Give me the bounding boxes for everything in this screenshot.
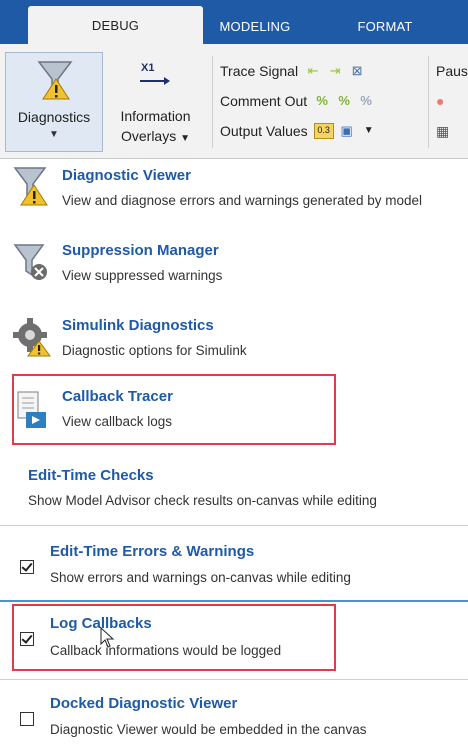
menu-item-title: Suppression Manager <box>62 242 219 259</box>
menu-item-edit-time-errors[interactable]: Edit-Time Errors & Warnings Show errors … <box>0 533 468 597</box>
arrow-right-icon <box>140 77 170 85</box>
diagnostics-dropdown-menu: Diagnostic Viewer View and diagnose erro… <box>0 159 468 748</box>
value-display-icon[interactable]: ▣ <box>338 124 356 138</box>
menu-item-simulink-diagnostics[interactable]: Simulink Diagnostics Diagnostic options … <box>0 309 468 379</box>
chevron-down-icon[interactable]: ▼ <box>360 124 378 138</box>
menu-item-title: Callback Tracer <box>62 388 173 405</box>
edit-time-errors-checkbox[interactable] <box>20 560 34 574</box>
menu-item-log-callbacks[interactable]: Log Callbacks Callback informations woul… <box>0 609 468 667</box>
menu-item-description: Show Model Advisor check results on-canv… <box>28 493 377 508</box>
value-label-icon[interactable]: 0.3 <box>313 123 334 139</box>
menu-item-docked-diagnostic-viewer[interactable]: Docked Diagnostic Viewer Diagnostic View… <box>0 685 468 747</box>
output-values-row[interactable]: Output Values 0.3 ▣ ▼ <box>220 116 430 146</box>
information-overlays-icon: X1 <box>141 62 155 74</box>
tab-debug[interactable]: DEBUG <box>28 6 203 44</box>
comment-out-label: Comment Out <box>220 93 308 109</box>
pause-group: Paus ● ▦ <box>436 56 468 146</box>
diagnostics-funnel-icon <box>37 61 73 100</box>
chevron-down-icon[interactable]: ▼ <box>180 133 190 144</box>
comment-out-icon[interactable]: % <box>313 94 331 108</box>
trace-destination-icon[interactable]: ⇥ <box>326 64 344 78</box>
menu-item-suppression-manager[interactable]: Suppression Manager View suppressed warn… <box>0 234 468 304</box>
menu-item-title: Simulink Diagnostics <box>62 317 214 334</box>
overlays-label: Overlays ▼ <box>108 128 203 144</box>
menu-item-title: Docked Diagnostic Viewer <box>50 695 238 712</box>
callback-tracer-icon <box>17 391 46 428</box>
menu-item-description: Diagnostic options for Simulink <box>62 343 247 358</box>
trace-signal-label: Trace Signal <box>220 63 299 79</box>
menu-separator <box>0 525 468 526</box>
menu-item-edit-time-checks[interactable]: Edit-Time Checks Show Model Advisor chec… <box>0 457 468 517</box>
menu-item-description: View and diagnose errors and warnings ge… <box>62 193 422 208</box>
grid-icon[interactable]: ▦ <box>436 116 468 146</box>
settings-gear-warning-icon <box>13 318 51 357</box>
chevron-down-icon[interactable]: ▼ <box>6 129 102 140</box>
menu-item-description: Show errors and warnings on-canvas while… <box>50 570 351 585</box>
trace-source-icon[interactable]: ⇤ <box>304 64 322 78</box>
remove-trace-icon[interactable]: ⊠ <box>348 64 366 78</box>
menu-item-description: View suppressed warnings <box>62 268 223 283</box>
diagnostics-button[interactable]: Diagnostics ▼ <box>5 52 103 152</box>
menu-item-description: View callback logs <box>62 414 173 429</box>
overlays-text: Overlays <box>120 128 177 144</box>
menu-item-title: Diagnostic Viewer <box>62 167 191 184</box>
menu-item-title: Edit-Time Checks <box>28 467 154 484</box>
information-label: Information <box>120 108 191 124</box>
menu-item-description: Diagnostic Viewer would be embedded in t… <box>50 722 367 737</box>
toolstrip: Diagnostics ▼ X1 Information Overlays ▼ … <box>0 44 468 159</box>
menu-item-diagnostic-viewer[interactable]: Diagnostic Viewer View and diagnose erro… <box>0 159 468 229</box>
docked-viewer-checkbox[interactable] <box>20 712 34 726</box>
breakpoint-icon[interactable]: ● <box>436 86 468 116</box>
mouse-cursor-icon <box>100 627 115 648</box>
menu-separator <box>0 679 468 680</box>
comment-out-row[interactable]: Comment Out % % % <box>220 86 430 116</box>
hover-indicator <box>0 600 468 602</box>
signal-tools-group: Trace Signal ⇤ ⇥ ⊠ Comment Out % % % Out… <box>220 56 430 146</box>
diagnostic-viewer-icon <box>13 167 48 206</box>
toolstrip-divider <box>428 56 429 148</box>
suppression-manager-icon <box>13 244 47 280</box>
tab-modeling[interactable]: MODELING <box>205 9 305 44</box>
uncomment-icon[interactable]: % <box>357 94 375 108</box>
toolstrip-divider <box>212 56 213 148</box>
ribbon-tab-bar: DEBUG MODELING FORMAT <box>0 0 468 44</box>
trace-signal-row[interactable]: Trace Signal ⇤ ⇥ ⊠ <box>220 56 430 86</box>
output-values-label: Output Values <box>220 123 308 139</box>
diagnostics-label: Diagnostics <box>17 109 91 125</box>
comment-through-icon[interactable]: % <box>335 94 353 108</box>
menu-item-description: Callback informations would be logged <box>50 643 282 658</box>
menu-item-title: Edit-Time Errors & Warnings <box>50 543 255 560</box>
log-callbacks-checkbox[interactable] <box>20 632 34 646</box>
pause-button[interactable]: Paus <box>436 56 468 86</box>
tab-format[interactable]: FORMAT <box>330 9 440 44</box>
information-overlays-button[interactable]: X1 Information Overlays ▼ <box>108 54 203 152</box>
menu-item-callback-tracer[interactable]: Callback Tracer View callback logs <box>0 380 468 440</box>
